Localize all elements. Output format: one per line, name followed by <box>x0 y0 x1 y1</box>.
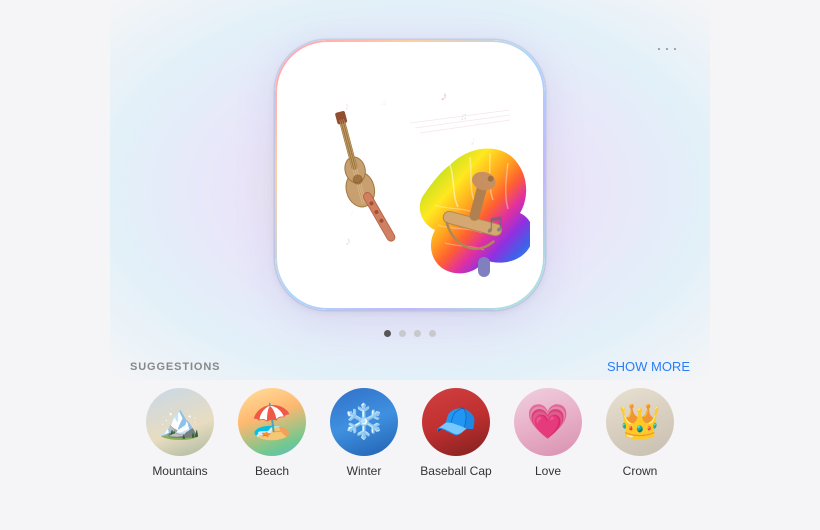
suggestion-label-baseball-cap: Baseball Cap <box>420 464 491 478</box>
suggestion-icon-crown: 👑 <box>606 388 674 456</box>
brain-scene: ♪ ♫ ♩ ♪ ♫ ♪ ♩ ♫ <box>290 55 530 295</box>
app-icon-card: ♪ ♫ ♩ ♪ ♫ ♪ ♩ ♫ <box>275 40 545 310</box>
suggestion-item-love[interactable]: 💗 Love <box>508 388 588 478</box>
suggestions-title: SUGGESTIONS <box>130 361 220 373</box>
suggestion-item-baseball-cap[interactable]: 🧢 Baseball Cap <box>416 388 496 478</box>
svg-text:♪: ♪ <box>345 234 351 248</box>
dot-1[interactable] <box>384 330 391 337</box>
more-options-button[interactable]: ··· <box>656 38 680 59</box>
svg-text:♫: ♫ <box>380 97 387 107</box>
suggestion-label-mountains: Mountains <box>152 464 207 478</box>
show-more-button[interactable]: SHOW MORE <box>607 359 690 374</box>
svg-text:♪: ♪ <box>439 87 449 104</box>
suggestion-item-mountains[interactable]: 🏔️ Mountains <box>140 388 220 478</box>
suggestion-label-winter: Winter <box>347 464 382 478</box>
svg-text:♪: ♪ <box>343 100 351 113</box>
svg-text:♩: ♩ <box>470 134 482 148</box>
suggestions-section: SUGGESTIONS SHOW MORE 🏔️ Mountains 🏖️ Beach… <box>130 359 690 478</box>
suggestion-icon-baseball-cap: 🧢 <box>422 388 490 456</box>
suggestion-item-beach[interactable]: 🏖️ Beach <box>232 388 312 478</box>
suggestion-label-love: Love <box>535 464 561 478</box>
dot-2[interactable] <box>399 330 406 337</box>
dot-3[interactable] <box>414 330 421 337</box>
suggestions-grid: 🏔️ Mountains 🏖️ Beach ❄️ Winter 🧢 Baseball Cap 💗… <box>130 388 690 478</box>
dot-4[interactable] <box>429 330 436 337</box>
suggestion-icon-love: 💗 <box>514 388 582 456</box>
suggestion-icon-beach: 🏖️ <box>238 388 306 456</box>
svg-text:♩: ♩ <box>350 208 358 217</box>
suggestions-header: SUGGESTIONS SHOW MORE <box>130 359 690 374</box>
suggestion-item-crown[interactable]: 👑 Crown <box>600 388 680 478</box>
pagination-dots <box>384 330 436 337</box>
suggestion-icon-winter: ❄️ <box>330 388 398 456</box>
suggestion-label-beach: Beach <box>255 464 289 478</box>
suggestion-item-winter[interactable]: ❄️ Winter <box>324 388 404 478</box>
suggestion-icon-mountains: 🏔️ <box>146 388 214 456</box>
svg-text:🎵: 🎵 <box>485 216 505 234</box>
suggestion-label-crown: Crown <box>623 464 658 478</box>
main-content: ··· ♪ ♫ ♩ ♪ ♫ ♪ ♩ ♫ <box>0 0 820 478</box>
